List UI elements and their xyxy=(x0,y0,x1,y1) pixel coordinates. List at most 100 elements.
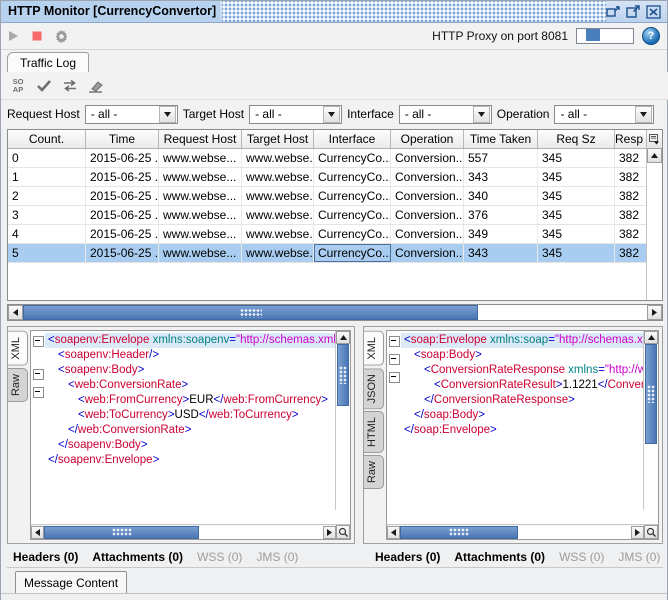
title-bar-grip[interactable] xyxy=(222,1,606,22)
gear-icon[interactable] xyxy=(49,24,73,48)
scroll-up-icon[interactable] xyxy=(336,331,350,344)
window-title: HTTP Monitor [CurrencyConvertor] xyxy=(1,1,220,22)
scroll-left-icon[interactable] xyxy=(8,305,23,320)
table-cell-time: 2015-06-25 ... xyxy=(86,206,159,224)
response-horizontal-scrollbar[interactable] xyxy=(387,524,658,539)
table-header-count[interactable]: Count. xyxy=(8,130,86,148)
request-tab-xml[interactable]: XML xyxy=(8,331,28,366)
h-scroll-track[interactable] xyxy=(23,305,647,320)
fold-toggle-icon[interactable] xyxy=(389,354,400,365)
request-xml-content[interactable]: <soapenv:Envelope xmlns:soapenv="http://… xyxy=(45,331,350,524)
table-cell-time-taken: 376 xyxy=(464,206,538,224)
scroll-up-icon[interactable] xyxy=(644,331,658,344)
table-header-time[interactable]: Time xyxy=(86,130,159,148)
request-v-scroll-thumb[interactable] xyxy=(337,344,349,406)
scroll-right-icon[interactable] xyxy=(631,526,644,539)
filter-request-host-combo[interactable]: - all - xyxy=(85,105,178,124)
proxy-slider-knob[interactable] xyxy=(586,29,600,41)
stop-icon[interactable] xyxy=(25,24,49,48)
request-h-scroll-thumb[interactable] xyxy=(44,526,199,539)
response-h-scroll-track[interactable] xyxy=(400,526,631,539)
scroll-right-icon[interactable] xyxy=(323,526,336,539)
table-row[interactable]: 32015-06-25 ...www.webse...www.webse...C… xyxy=(8,206,662,225)
request-vertical-scrollbar[interactable] xyxy=(335,331,350,510)
request-editor[interactable]: <soapenv:Envelope xmlns:soapenv="http://… xyxy=(30,330,351,540)
request-h-scroll-track[interactable] xyxy=(44,526,323,539)
scroll-right-icon[interactable] xyxy=(647,305,662,320)
response-h-scroll-thumb[interactable] xyxy=(400,526,518,539)
chevron-down-icon[interactable] xyxy=(323,106,340,123)
table-column-chooser-icon[interactable] xyxy=(646,130,662,148)
table-header-time-taken[interactable]: Time Taken xyxy=(464,130,538,148)
bottom-tab-headers-0[interactable]: Headers (0) xyxy=(13,550,78,564)
table-header-req-sz[interactable]: Req Sz xyxy=(538,130,615,148)
code-line: </ConversionRateResponse> xyxy=(401,393,658,408)
request-zoom-icon[interactable] xyxy=(336,525,350,539)
fold-toggle-icon[interactable] xyxy=(389,336,400,347)
close-window-button[interactable] xyxy=(646,5,661,19)
table-cell-time-taken: 343 xyxy=(464,168,538,186)
table-row[interactable]: 22015-06-25 ...www.webse...www.webse...C… xyxy=(8,187,662,206)
response-tab-xml[interactable]: XML xyxy=(364,331,384,366)
eraser-icon[interactable] xyxy=(83,74,109,98)
response-tab-raw[interactable]: Raw xyxy=(364,455,384,489)
table-header-request-host[interactable]: Request Host xyxy=(159,130,242,148)
bottom-tab-wss-0[interactable]: WSS (0) xyxy=(197,550,242,564)
table-cell-req-sz: 345 xyxy=(538,187,615,205)
chevron-down-icon[interactable] xyxy=(473,106,490,123)
h-scroll-thumb[interactable] xyxy=(23,305,478,320)
play-icon[interactable] xyxy=(1,24,25,48)
code-line: </soapenv:Body> xyxy=(45,438,350,453)
fold-toggle-icon[interactable] xyxy=(33,369,44,380)
table-row[interactable]: 02015-06-25 ...www.webse...www.webse...C… xyxy=(8,149,662,168)
filter-label-request-host: Request Host xyxy=(7,107,80,121)
table-header-interface[interactable]: Interface xyxy=(314,130,391,148)
response-tab-json[interactable]: JSON xyxy=(364,368,384,409)
bottom-tab-jms-0[interactable]: JMS (0) xyxy=(618,550,660,564)
scroll-left-icon[interactable] xyxy=(31,526,44,539)
fold-toggle-icon[interactable] xyxy=(33,336,44,347)
proxy-slider[interactable] xyxy=(576,28,634,44)
soap-icon[interactable]: SO AP xyxy=(5,74,31,98)
request-tab-raw[interactable]: Raw xyxy=(8,368,28,402)
response-xml-content[interactable]: <soap:Envelope xmlns:soap="http://schema… xyxy=(401,331,658,524)
fold-toggle-icon[interactable] xyxy=(389,372,400,383)
chevron-down-icon[interactable] xyxy=(635,106,652,123)
table-cell-operation: Conversion... xyxy=(391,168,464,186)
request-horizontal-scrollbar[interactable] xyxy=(31,524,350,539)
bottom-tab-jms-0[interactable]: JMS (0) xyxy=(256,550,298,564)
table-row[interactable]: 42015-06-25 ...www.webse...www.webse...C… xyxy=(8,225,662,244)
filter-interface-combo[interactable]: - all - xyxy=(399,105,492,124)
table-row[interactable]: 52015-06-25 ...www.webse...www.webse...C… xyxy=(8,244,662,263)
response-zoom-icon[interactable] xyxy=(644,525,658,539)
bottom-tab-attachments-0[interactable]: Attachments (0) xyxy=(92,550,183,564)
restore-window-button[interactable] xyxy=(606,5,621,19)
table-header-operation[interactable]: Operation xyxy=(391,130,464,148)
filter-target-host-combo[interactable]: - all - xyxy=(249,105,342,124)
tab-traffic-log[interactable]: Traffic Log xyxy=(7,52,89,73)
filter-operation-combo[interactable]: - all - xyxy=(554,105,654,124)
table-horizontal-scrollbar[interactable] xyxy=(7,304,663,321)
scroll-left-icon[interactable] xyxy=(387,526,400,539)
chevron-down-icon[interactable] xyxy=(159,106,176,123)
table-vertical-scrollbar[interactable] xyxy=(646,148,662,300)
window-controls xyxy=(606,5,667,19)
table-row[interactable]: 12015-06-25 ...www.webse...www.webse...C… xyxy=(8,168,662,187)
status-strip xyxy=(1,593,667,600)
bottom-tab-attachments-0[interactable]: Attachments (0) xyxy=(454,550,545,564)
scroll-up-icon[interactable] xyxy=(647,148,662,163)
transfer-arrows-icon[interactable] xyxy=(57,74,83,98)
response-tab-html[interactable]: HTML xyxy=(364,411,384,453)
check-icon[interactable] xyxy=(31,74,57,98)
bottom-tab-wss-0[interactable]: WSS (0) xyxy=(559,550,604,564)
message-content-button[interactable]: Message Content xyxy=(15,571,127,595)
bottom-tab-headers-0[interactable]: Headers (0) xyxy=(375,550,440,564)
response-v-scroll-thumb[interactable] xyxy=(645,344,657,444)
response-editor[interactable]: <soap:Envelope xmlns:soap="http://schema… xyxy=(386,330,659,540)
maximize-window-button[interactable] xyxy=(626,5,641,19)
fold-toggle-icon[interactable] xyxy=(33,387,44,398)
table-header-target-host[interactable]: Target Host xyxy=(242,130,314,148)
help-icon[interactable]: ? xyxy=(642,27,660,45)
table-cell-request-host: www.webse... xyxy=(159,244,242,262)
response-vertical-scrollbar[interactable] xyxy=(643,331,658,510)
